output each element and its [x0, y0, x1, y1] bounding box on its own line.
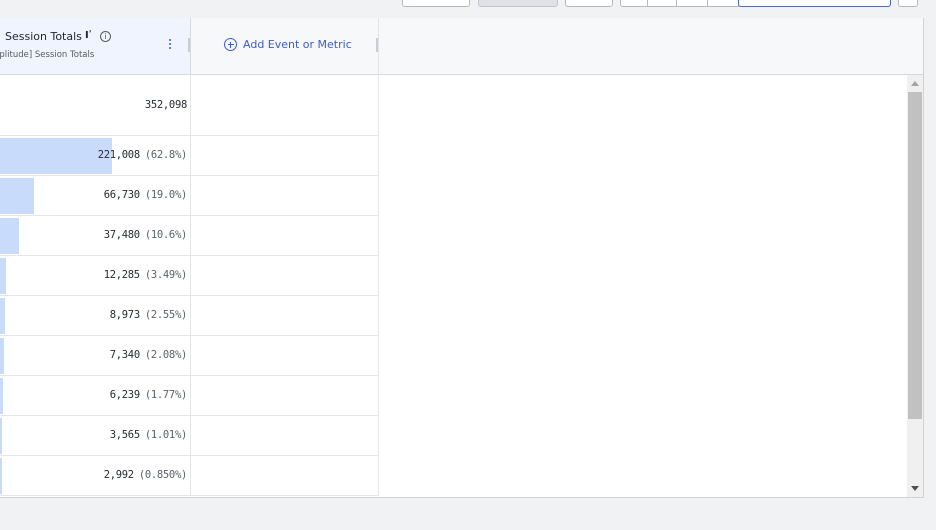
value-bar	[0, 418, 2, 454]
metric-cell[interactable]: 2,992 (0.850%)	[0, 456, 191, 495]
count-value: 3,565	[109, 429, 140, 441]
value-bar	[0, 218, 19, 254]
percent-value: (10.6%)	[144, 229, 187, 241]
percent-value: (0.850%)	[138, 469, 187, 481]
empty-cell	[191, 136, 379, 175]
metric-cell[interactable]: 12,285 (3.49%)	[0, 256, 191, 295]
table-row: 3,565 (1.01%)	[0, 416, 379, 456]
cell-value: 6,239 (1.77%)	[109, 389, 188, 401]
empty-cell	[191, 336, 379, 375]
value-bar	[0, 138, 112, 174]
add-metric-label: Add Event or Metric	[243, 38, 352, 51]
value-bar	[0, 378, 3, 414]
metric-title: Session Totals	[5, 30, 82, 43]
metric-cell[interactable]: 6,239 (1.77%)	[0, 376, 191, 415]
metric-cell[interactable]: 7,340 (2.08%)	[0, 336, 191, 375]
plus-circle-icon	[224, 38, 237, 51]
metric-cell[interactable]: 221,008 (62.8%)	[0, 136, 191, 175]
date-range-picker[interactable]	[738, 0, 891, 7]
total-row: 352,098	[0, 75, 379, 136]
table-row: 12,285 (3.49%)	[0, 256, 379, 296]
empty-cell	[191, 296, 379, 335]
percent-value: (1.77%)	[144, 389, 187, 401]
metric-cell[interactable]: 66,730 (19.0%)	[0, 176, 191, 215]
empty-cell	[191, 216, 379, 255]
data-table-panel: Session Totals Iʹ i nplitude] Session To…	[0, 18, 924, 498]
table-header: Session Totals Iʹ i nplitude] Session To…	[0, 18, 923, 75]
percent-value: (3.49%)	[144, 269, 187, 281]
cell-value: 2,992 (0.850%)	[103, 469, 188, 481]
column-resize-handle[interactable]	[188, 38, 190, 52]
value-bar	[0, 458, 2, 494]
cell-value: 66,730 (19.0%)	[103, 189, 188, 201]
cell-value: 8,973 (2.55%)	[109, 309, 188, 321]
empty-cell	[191, 416, 379, 455]
count-value: 6,239	[109, 389, 140, 401]
empty-cell	[191, 176, 379, 215]
table-row: 66,730 (19.0%)	[0, 176, 379, 216]
cell-value: 221,008 (62.8%)	[97, 149, 188, 161]
column-resize-handle[interactable]	[376, 38, 378, 52]
table-row: 221,008 (62.8%)	[0, 136, 379, 176]
value-bar	[0, 178, 34, 214]
scrollbar-thumb[interactable]	[908, 92, 922, 419]
value-bar	[0, 338, 4, 374]
count-value: 8,973	[109, 309, 140, 321]
percent-value: (2.08%)	[144, 349, 187, 361]
interval-select[interactable]	[565, 0, 613, 7]
info-icon[interactable]: i	[100, 31, 111, 42]
percent-value: (2.55%)	[144, 309, 187, 321]
percent-value: (19.0%)	[144, 189, 187, 201]
percent-value: (62.8%)	[144, 149, 187, 161]
columns-button[interactable]	[478, 0, 558, 7]
empty-cell	[191, 456, 379, 495]
range-7d-button[interactable]	[620, 0, 648, 7]
cell-value: 37,480 (10.6%)	[103, 229, 188, 241]
count-value: 2,992	[103, 469, 134, 481]
metric-subtitle: nplitude] Session Totals	[0, 50, 95, 60]
empty-cell	[191, 75, 379, 135]
count-value: 221,008	[97, 149, 140, 161]
scroll-down-arrow-icon[interactable]	[911, 486, 919, 491]
table-row: 37,480 (10.6%)	[0, 216, 379, 256]
range-60d-button[interactable]	[676, 0, 708, 7]
add-event-or-metric-button[interactable]: Add Event or Metric	[224, 38, 352, 51]
metric-cell[interactable]: 37,480 (10.6%)	[0, 216, 191, 255]
metric-column-header[interactable]: Session Totals Iʹ i nplitude] Session To…	[0, 18, 191, 74]
range-90d-button[interactable]	[707, 0, 739, 7]
count-value: 66,730	[103, 189, 140, 201]
metric-cell[interactable]: 8,973 (2.55%)	[0, 296, 191, 335]
metric-cell[interactable]: 3,565 (1.01%)	[0, 416, 191, 455]
table-row: 6,239 (1.77%)	[0, 376, 379, 416]
cell-value: 3,565 (1.01%)	[109, 429, 188, 441]
empty-cell	[191, 376, 379, 415]
scroll-up-arrow-icon[interactable]	[911, 81, 919, 86]
count-value: 12,285	[103, 269, 140, 281]
count-value: 7,340	[109, 349, 140, 361]
value-bar	[0, 258, 6, 294]
table-body: 352,098 221,008 (62.8%) 66,730 (19.0%) 37,48…	[0, 75, 379, 496]
percent-value: (1.01%)	[144, 429, 187, 441]
cell-value: 7,340 (2.08%)	[109, 349, 188, 361]
toolbar	[0, 0, 936, 18]
total-cell: 352,098	[0, 75, 191, 135]
range-30d-button[interactable]	[647, 0, 677, 7]
value-bar	[0, 298, 5, 334]
cell-value: 12,285 (3.49%)	[103, 269, 188, 281]
settings-button[interactable]	[898, 0, 918, 7]
total-value: 352,098	[144, 99, 187, 111]
export-button[interactable]	[402, 0, 470, 7]
table-row: 8,973 (2.55%)	[0, 296, 379, 336]
count-value: 37,480	[103, 229, 140, 241]
kebab-menu-icon[interactable]	[168, 39, 172, 51]
empty-cell	[191, 256, 379, 295]
vertical-scrollbar[interactable]	[907, 75, 923, 497]
bar-chart-icon: Iʹ	[85, 30, 92, 41]
table-row: 2,992 (0.850%)	[0, 456, 379, 496]
table-row: 7,340 (2.08%)	[0, 336, 379, 376]
